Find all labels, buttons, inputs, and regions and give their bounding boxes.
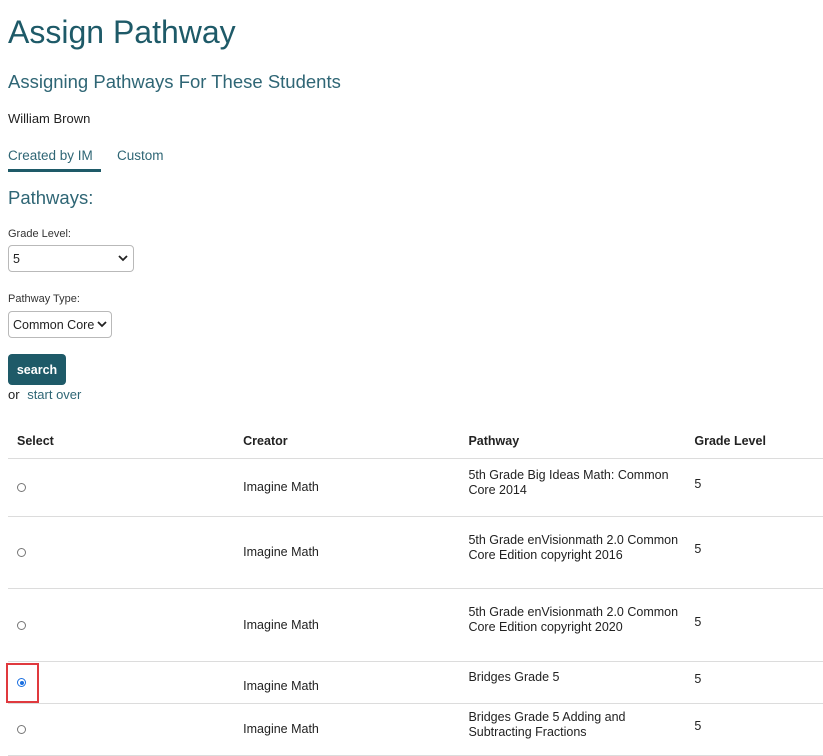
pathway-type-label: Pathway Type:: [8, 293, 80, 305]
header-creator: Creator: [243, 424, 469, 459]
creator-cell: Imagine Math: [243, 661, 469, 704]
start-over-line: or start over: [8, 387, 81, 403]
creator-cell: Imagine Math: [243, 516, 469, 589]
pathways-heading: Pathways:: [8, 187, 94, 208]
chevron-down-icon: [94, 317, 109, 333]
table-row: Imagine Math 5th Grade enVisionmath 2.0 …: [8, 588, 823, 662]
section-title: Assigning Pathways For These Students: [8, 71, 341, 92]
pathway-type-select[interactable]: Common Core: [8, 311, 112, 338]
select-cell: [8, 516, 244, 589]
pathway-radio-selected[interactable]: [17, 678, 26, 687]
select-cell: [8, 458, 244, 517]
tab-custom[interactable]: Custom: [117, 147, 164, 165]
page-title: Assign Pathway: [8, 14, 236, 50]
pathway-cell: Bridges Grade 5: [468, 661, 695, 704]
creator-cell: Imagine Math: [243, 703, 469, 756]
grade-cell: 5: [694, 458, 823, 517]
grade-value: 5: [694, 614, 702, 629]
selected-radio-wrapper: [6, 663, 39, 703]
pathway-cell: 5th Grade Big Ideas Math: Common Core 20…: [468, 458, 695, 517]
pathway-radio[interactable]: [17, 725, 26, 734]
pathway-cell: 5th Grade enVisionmath 2.0 Common Core E…: [468, 516, 695, 589]
pathway-radio[interactable]: [17, 620, 26, 630]
header-grade-level: Grade Level: [694, 424, 823, 459]
student-name: William Brown: [8, 111, 91, 126]
creator-cell: Imagine Math: [243, 458, 469, 517]
select-cell: [6, 661, 244, 704]
pathway-cell: 5th Grade enVisionmath 2.0 Common Core E…: [468, 588, 695, 662]
table-row: Imagine Math Bridges Grade 5 5: [6, 661, 823, 704]
header-pathway: Pathway: [468, 424, 695, 459]
grade-level-select[interactable]: 5: [8, 245, 134, 272]
creator-name: Imagine Math: [243, 679, 319, 693]
select-cell: [8, 588, 244, 662]
tab-created-by-im[interactable]: Created by IM: [8, 147, 101, 172]
pathway-name: Bridges Grade 5 Adding and Subtracting F…: [468, 709, 626, 739]
pathway-cell: Bridges Grade 5 Adding and Subtracting F…: [468, 703, 695, 756]
grade-cell: 5: [694, 588, 823, 662]
or-text: or: [8, 387, 20, 402]
grade-level-label: Grade Level:: [8, 228, 71, 240]
pathway-name: Bridges Grade 5: [468, 670, 560, 684]
chevron-down-icon: [115, 251, 131, 267]
grade-cell: 5: [694, 516, 823, 589]
pathway-name: 5th Grade enVisionmath 2.0 Common Core E…: [468, 605, 679, 634]
search-button[interactable]: search: [8, 354, 66, 385]
pathway-type-value: Common Core: [13, 317, 95, 332]
header-select: Select: [8, 424, 244, 459]
pathway-radio[interactable]: [17, 548, 26, 557]
table-header-row: Select Creator Pathway Grade Level: [8, 424, 823, 459]
table-row: Imagine Math 5th Grade Big Ideas Math: C…: [8, 458, 823, 517]
pathway-name: 5th Grade enVisionmath 2.0 Common Core E…: [468, 532, 679, 562]
grade-value: 5: [694, 672, 702, 686]
start-over-link[interactable]: start over: [27, 387, 81, 402]
grade-cell: 5: [694, 661, 823, 704]
select-cell: [8, 703, 244, 756]
grade-value: 5: [694, 542, 702, 556]
table-row: Imagine Math Bridges Grade 5 Adding and …: [8, 703, 823, 756]
grade-level-value: 5: [13, 251, 20, 266]
grade-cell: 5: [694, 703, 823, 756]
creator-cell: Imagine Math: [243, 588, 469, 662]
pathway-radio[interactable]: [17, 483, 26, 492]
grade-value: 5: [694, 477, 702, 491]
pathways-table: Select Creator Pathway Grade Level Imagi…: [6, 424, 823, 756]
table-row: Imagine Math 5th Grade enVisionmath 2.0 …: [8, 516, 823, 589]
grade-value: 5: [694, 719, 702, 733]
pathway-name: 5th Grade Big Ideas Math: Common Core 20…: [468, 467, 669, 497]
